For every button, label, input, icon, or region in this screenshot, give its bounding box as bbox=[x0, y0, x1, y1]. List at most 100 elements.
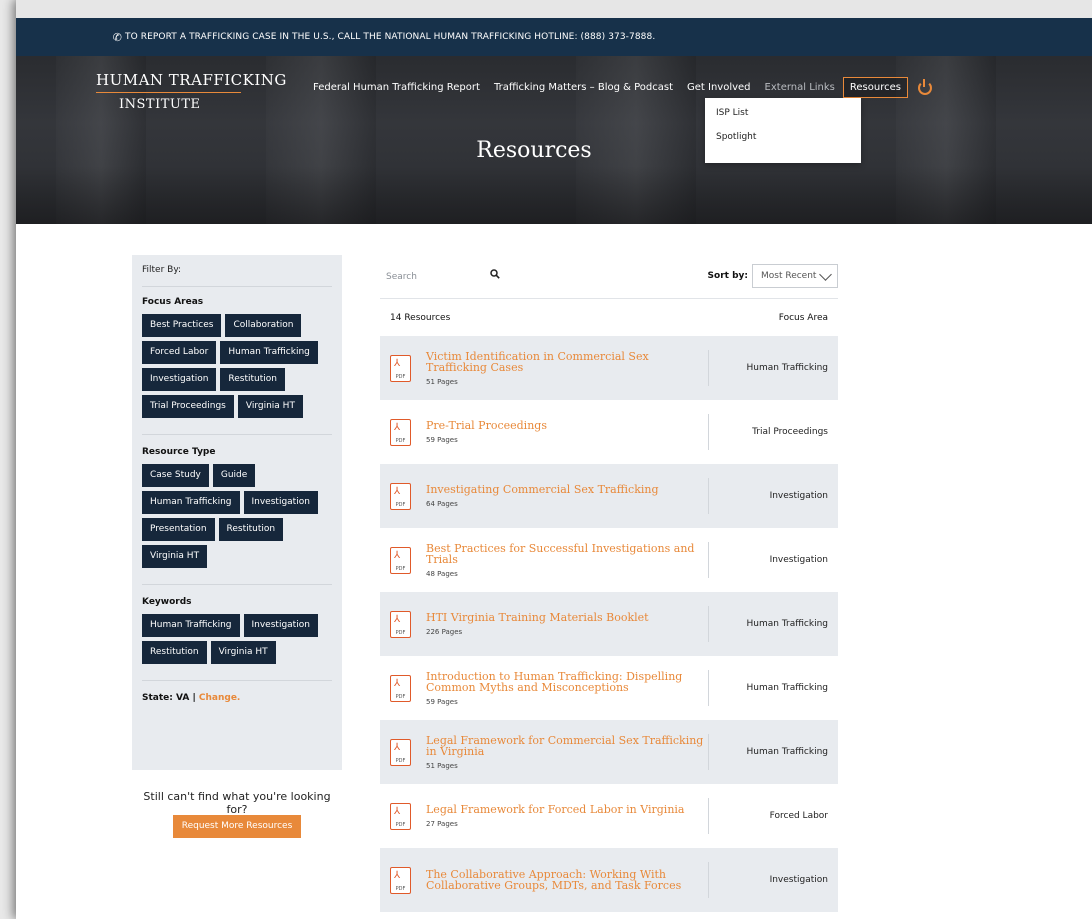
resource-row[interactable]: ⅄ PDF HTI Virginia Training Materials Book… bbox=[380, 592, 838, 656]
row-divider bbox=[708, 734, 709, 770]
hero-shade bbox=[16, 166, 1092, 224]
filter-chip[interactable]: Presentation bbox=[142, 518, 215, 541]
acrobat-icon: ⅄ bbox=[394, 677, 401, 689]
focus-areas-heading: Focus Areas bbox=[142, 297, 204, 307]
resource-focus-area: Investigation bbox=[769, 555, 828, 565]
list-toolbar: Search Sort by: Most Recent bbox=[380, 255, 838, 299]
resource-title-link[interactable]: HTI Virginia Training Materials Booklet bbox=[426, 612, 708, 623]
resource-row[interactable]: ⅄ PDF Legal Framework for Commercial Sex T… bbox=[380, 720, 838, 784]
resource-focus-area: Trial Proceedings bbox=[752, 427, 828, 437]
resource-title-link[interactable]: Legal Framework for Commercial Sex Traff… bbox=[426, 735, 708, 757]
resource-pages: 226 Pages bbox=[426, 628, 463, 636]
resource-info: Victim Identification in Commercial Sex … bbox=[426, 351, 708, 386]
resource-count: 14 Resources bbox=[390, 312, 451, 323]
chevron-down-icon bbox=[819, 268, 832, 281]
logo-line-2: INSTITUTE bbox=[119, 97, 201, 112]
dropdown-item-spotlight[interactable]: Spotlight bbox=[716, 132, 850, 142]
filter-chip[interactable]: Guide bbox=[212, 464, 256, 487]
filter-chip[interactable]: Human Trafficking bbox=[220, 341, 318, 364]
resource-rows: ⅄ PDF Victim Identification in Commercial … bbox=[380, 336, 838, 912]
filter-chip[interactable]: Forced Labor bbox=[142, 341, 217, 364]
dropdown-item-isp-list[interactable]: ISP List bbox=[716, 108, 850, 118]
resource-row[interactable]: ⅄ PDF Legal Framework for Forced Labor in … bbox=[380, 784, 838, 848]
search-icon[interactable] bbox=[490, 269, 500, 279]
resource-row[interactable]: ⅄ PDF Best Practices for Successful Invest… bbox=[380, 528, 838, 592]
sort-label: Sort by: bbox=[707, 271, 748, 281]
nav-item-resources[interactable]: Resources bbox=[842, 77, 908, 98]
filter-chip[interactable]: Collaboration bbox=[225, 314, 302, 337]
pdf-label: PDF bbox=[395, 693, 406, 700]
pdf-file-icon: ⅄ PDF bbox=[390, 610, 411, 638]
resource-type-group: Resource Type Case Study Guide Human Tra… bbox=[142, 447, 332, 585]
pdf-file-icon: ⅄ PDF bbox=[390, 738, 411, 766]
keyword-chips: Human Trafficking Investigation Restitut… bbox=[142, 614, 332, 668]
filter-chip[interactable]: Investigation bbox=[142, 368, 217, 391]
resource-row[interactable]: ⅄ PDF The Collaborative Approach: Working … bbox=[380, 848, 838, 912]
filter-chip[interactable]: Human Trafficking bbox=[142, 491, 240, 514]
pdf-file-icon: ⅄ PDF bbox=[390, 674, 411, 702]
resource-focus-area: Human Trafficking bbox=[746, 619, 829, 629]
filter-chip[interactable]: Investigation bbox=[243, 491, 318, 514]
filter-chip[interactable]: Restitution bbox=[220, 368, 285, 391]
row-divider bbox=[708, 478, 709, 514]
resource-pages: 59 Pages bbox=[426, 436, 458, 444]
nav-item-get-involved[interactable]: Get Involved bbox=[687, 82, 751, 93]
filter-chip[interactable]: Restitution bbox=[142, 641, 207, 664]
hero-banner: HUMAN TRAFFICKING INSTITUTE Federal Huma… bbox=[16, 56, 1092, 224]
power-icon[interactable] bbox=[917, 78, 932, 95]
filter-chip[interactable]: Human Trafficking bbox=[142, 614, 240, 637]
phone-icon: ✆ bbox=[112, 30, 123, 44]
resources-dropdown-menu: ISP List Spotlight bbox=[705, 98, 861, 163]
filter-chip[interactable]: Restitution bbox=[218, 518, 284, 541]
filter-chip[interactable]: Virginia HT bbox=[237, 395, 303, 418]
row-divider bbox=[708, 670, 709, 706]
filter-chip[interactable]: Trial Proceedings bbox=[142, 395, 234, 418]
sort-select[interactable]: Most Recent bbox=[752, 264, 838, 288]
resource-row[interactable]: ⅄ PDF Pre-Trial Proceedings 59 Pages Trial P… bbox=[380, 400, 838, 464]
keywords-group: Keywords Human Trafficking Investigation… bbox=[142, 597, 332, 681]
resource-row[interactable]: ⅄ PDF Introduction to Human Trafficking: D… bbox=[380, 656, 838, 720]
search-input[interactable]: Search bbox=[386, 272, 486, 282]
filter-chip[interactable]: Virginia HT bbox=[142, 545, 208, 568]
logo-rule bbox=[96, 92, 241, 93]
row-divider bbox=[708, 606, 709, 642]
resource-title-link[interactable]: Best Practices for Successful Investigat… bbox=[426, 543, 708, 565]
hotline-text: TO REPORT A TRAFFICKING CASE IN THE U.S.… bbox=[125, 32, 656, 42]
list-header: 14 Resources Focus Area bbox=[380, 299, 838, 336]
acrobat-icon: ⅄ bbox=[394, 805, 401, 817]
change-state-link[interactable]: Change. bbox=[199, 693, 240, 703]
resource-info: Best Practices for Successful Investigat… bbox=[426, 543, 708, 578]
nav-item-blog-podcast[interactable]: Trafficking Matters – Blog & Podcast bbox=[494, 82, 673, 93]
request-more-resources-button[interactable]: Request More Resources bbox=[173, 815, 301, 838]
resource-title-link[interactable]: Pre-Trial Proceedings bbox=[426, 420, 708, 431]
filter-chip[interactable]: Virginia HT bbox=[210, 641, 276, 664]
resource-pages: 48 Pages bbox=[426, 569, 458, 578]
resource-info: HTI Virginia Training Materials Booklet 2… bbox=[426, 612, 708, 636]
resource-focus-area: Investigation bbox=[769, 875, 828, 885]
resource-row[interactable]: ⅄ PDF Investigating Commercial Sex Traffic… bbox=[380, 464, 838, 528]
filter-chip[interactable]: Investigation bbox=[243, 614, 318, 637]
state-label: State: VA | bbox=[142, 693, 196, 703]
resource-title-link[interactable]: Investigating Commercial Sex Trafficking bbox=[426, 484, 708, 495]
resource-title-link[interactable]: Introduction to Human Trafficking: Dispe… bbox=[426, 671, 708, 693]
pdf-file-icon: ⅄ PDF bbox=[390, 546, 411, 574]
acrobat-icon: ⅄ bbox=[394, 549, 401, 561]
resource-row[interactable]: ⅄ PDF Victim Identification in Commercial … bbox=[380, 336, 838, 400]
resource-title-link[interactable]: Legal Framework for Forced Labor in Virg… bbox=[426, 804, 708, 815]
nav-item-federal-report[interactable]: Federal Human Trafficking Report bbox=[313, 82, 480, 93]
site-logo[interactable]: HUMAN TRAFFICKING INSTITUTE bbox=[96, 71, 287, 112]
nav-item-external-links[interactable]: External Links bbox=[765, 82, 835, 93]
resource-list-panel: Search Sort by: Most Recent 14 Resources… bbox=[380, 255, 838, 912]
filter-chip[interactable]: Best Practices bbox=[142, 314, 222, 337]
page-top-edge bbox=[16, 0, 1092, 18]
resource-title-link[interactable]: Victim Identification in Commercial Sex … bbox=[426, 351, 708, 373]
resource-title-link[interactable]: The Collaborative Approach: Working With… bbox=[426, 869, 708, 891]
resource-type-heading: Resource Type bbox=[142, 447, 216, 457]
resource-info: Legal Framework for Forced Labor in Virg… bbox=[426, 804, 708, 828]
pdf-label: PDF bbox=[395, 437, 406, 444]
resource-info: Pre-Trial Proceedings 59 Pages bbox=[426, 420, 708, 444]
resource-info: The Collaborative Approach: Working With… bbox=[426, 869, 708, 891]
acrobat-icon: ⅄ bbox=[394, 613, 401, 625]
browser-page: ✆ TO REPORT A TRAFFICKING CASE IN THE U.… bbox=[16, 0, 1092, 919]
filter-chip[interactable]: Case Study bbox=[142, 464, 209, 487]
